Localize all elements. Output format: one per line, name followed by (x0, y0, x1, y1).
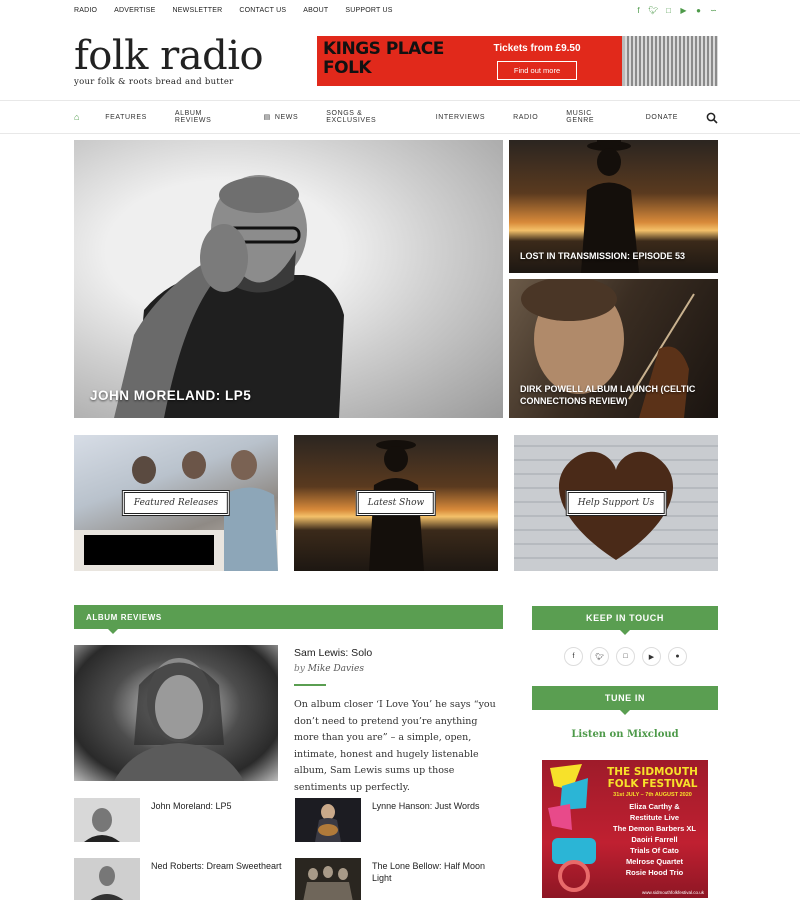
nav-item-news[interactable]: ▤ NEWS (263, 113, 299, 122)
top-link-contact[interactable]: CONTACT US (239, 7, 286, 14)
featured-review-image[interactable] (74, 645, 278, 781)
hero-side-article-1[interactable]: LOST IN TRANSMISSION: EPISODE 53 (509, 140, 718, 273)
ad-image (622, 36, 718, 86)
ad-brand: KINGS PLACE FOLK (317, 36, 452, 86)
twitter-icon[interactable]: 🐦︎ (590, 647, 609, 666)
nav-item-donate[interactable]: DONATE (646, 114, 678, 121)
festival-act: Restitute Live (629, 813, 680, 822)
top-link-advertise[interactable]: ADVERTISE (114, 7, 155, 14)
tune-in-header: TUNE IN (532, 686, 718, 715)
promo-label-latest-show: Latest Show (355, 490, 437, 516)
facebook-icon[interactable]: f (564, 647, 583, 666)
instagram-icon[interactable]: □ (664, 6, 673, 15)
hero-main-title: JOHN MORELAND: LP5 (90, 388, 252, 403)
hero-main-article[interactable]: JOHN MORELAND: LP5 (74, 140, 503, 418)
ad-brand-line2: FOLK (323, 58, 372, 78)
top-social: f 🐦︎ □ ▶ ● ∽ (634, 6, 718, 15)
ad-tickets: Tickets from £9.50 (493, 43, 581, 54)
spotify-icon[interactable]: ● (694, 6, 703, 15)
festival-act: The Demon Barbers XL (613, 824, 696, 833)
instagram-icon[interactable]: □ (616, 647, 635, 666)
nav-item-interviews[interactable]: INTERVIEWS (436, 114, 485, 121)
ad-brand-line1: KINGS PLACE (323, 39, 444, 59)
review-list-item[interactable]: Lynne Hanson: Just Words (295, 798, 505, 846)
news-icon: ▤ (263, 114, 271, 121)
review-thumb (295, 858, 361, 900)
top-bar: RADIO ADVERTISE NEWSLETTER CONTACT US AB… (74, 0, 718, 20)
festival-act: Melrose Quartet (625, 857, 684, 866)
review-list-title: Ned Roberts: Dream Sweetheart (151, 861, 282, 871)
festival-act: Daoiri Farrell (631, 835, 678, 844)
festival-acts: Eliza Carthy & Restitute Live The Demon … (602, 801, 707, 878)
logo-name: folk radio (74, 33, 264, 79)
review-thumb (74, 858, 140, 900)
sidebar-social-icons: f 🐦︎ □ ▶ ● (564, 647, 687, 666)
promo-help-support[interactable]: Help Support Us (514, 435, 718, 571)
search-icon[interactable] (706, 111, 718, 124)
hero-main-image (114, 175, 344, 418)
review-list-title: John Moreland: LP5 (151, 801, 232, 811)
featured-review-title[interactable]: Sam Lewis: Solo (294, 647, 372, 659)
album-reviews-header: ALBUM REVIEWS (74, 605, 503, 634)
promo-label-support: Help Support Us (565, 490, 667, 516)
ad-cta-button[interactable]: Find out more (496, 61, 578, 80)
festival-dates: 31st JULY – 7th AUGUST 2020 (613, 792, 692, 798)
review-thumb (74, 798, 140, 842)
festival-act: Trials Of Cato (630, 846, 679, 855)
keep-in-touch-header: KEEP IN TOUCH (532, 606, 718, 635)
home-icon[interactable]: ⌂ (74, 112, 105, 122)
top-link-radio[interactable]: RADIO (74, 7, 97, 14)
site-logo[interactable]: folk radio your folk & roots bread and b… (74, 36, 314, 87)
featured-review-portrait (114, 658, 244, 781)
top-links: RADIO ADVERTISE NEWSLETTER CONTACT US AB… (74, 7, 393, 14)
review-list-title: The Lone Bellow: Half Moon Light (372, 861, 486, 883)
promo-label-featured: Featured Releases (121, 490, 231, 516)
hero-side-title-2: DIRK POWELL ALBUM LAUNCH (CELTIC CONNECT… (520, 384, 696, 406)
top-link-newsletter[interactable]: NEWSLETTER (173, 7, 223, 14)
main-nav: ⌂ FEATURES ALBUM REVIEWS ▤ NEWS SONGS & E… (0, 100, 800, 134)
featured-review-divider (294, 684, 326, 686)
youtube-icon[interactable]: ▶ (642, 647, 661, 666)
festival-act: Eliza Carthy & (629, 802, 680, 811)
festival-title: THE SIDMOUTH FOLK FESTIVAL (607, 766, 698, 790)
review-list-item[interactable]: John Moreland: LP5 (74, 798, 284, 846)
promo-latest-show[interactable]: Latest Show (294, 435, 498, 571)
featured-review-excerpt: On album closer ‘I Love You’ he says “yo… (294, 699, 496, 793)
featured-review-byline: by Mike Davies (294, 664, 364, 674)
festival-act: Rosie Hood Trio (625, 868, 684, 877)
nav-item-radio[interactable]: RADIO (513, 114, 538, 121)
promo-featured-releases[interactable]: Featured Releases (74, 435, 278, 571)
nav-item-songs-exclusives[interactable]: SONGS & EXCLUSIVES (326, 110, 407, 124)
logo-tagline: your folk & roots bread and butter (74, 77, 234, 87)
ad-middle: Tickets from £9.50 Find out more (452, 36, 622, 86)
byline-prefix: by (294, 664, 305, 674)
top-link-support[interactable]: SUPPORT US (345, 7, 392, 14)
hero-side-title-1: LOST IN TRANSMISSION: EPISODE 53 (520, 251, 686, 261)
review-thumb (295, 798, 361, 842)
festival-url: www.sidmouthfolkfestival.co.uk (641, 890, 704, 895)
top-link-about[interactable]: ABOUT (303, 7, 328, 14)
mixcloud-link[interactable]: Listen on Mixcloud (532, 729, 718, 740)
review-list-item[interactable]: Ned Roberts: Dream Sweetheart (74, 858, 284, 900)
rss-icon[interactable]: ∽ (709, 6, 718, 15)
featured-review-author[interactable]: Mike Davies (308, 664, 364, 674)
nav-item-album-reviews[interactable]: ALBUM REVIEWS (175, 110, 236, 124)
nav-item-features[interactable]: FEATURES (105, 114, 147, 121)
festival-ad[interactable]: THE SIDMOUTH FOLK FESTIVAL 31st JULY – 7… (542, 760, 708, 898)
nav-item-news-label: NEWS (274, 113, 299, 121)
facebook-icon[interactable]: f (634, 6, 643, 15)
review-list-title: Lynne Hanson: Just Words (372, 801, 480, 811)
review-list-item[interactable]: The Lone Bellow: Half Moon Light (295, 858, 505, 900)
spotify-icon[interactable]: ● (668, 647, 687, 666)
youtube-icon[interactable]: ▶ (679, 6, 688, 15)
ad-banner[interactable]: KINGS PLACE FOLK Tickets from £9.50 Find… (317, 36, 718, 86)
nav-item-music-genre[interactable]: MUSIC GENRE (566, 110, 617, 124)
hero-side-article-2[interactable]: DIRK POWELL ALBUM LAUNCH (CELTIC CONNECT… (509, 279, 718, 418)
twitter-icon[interactable]: 🐦︎ (648, 6, 658, 15)
